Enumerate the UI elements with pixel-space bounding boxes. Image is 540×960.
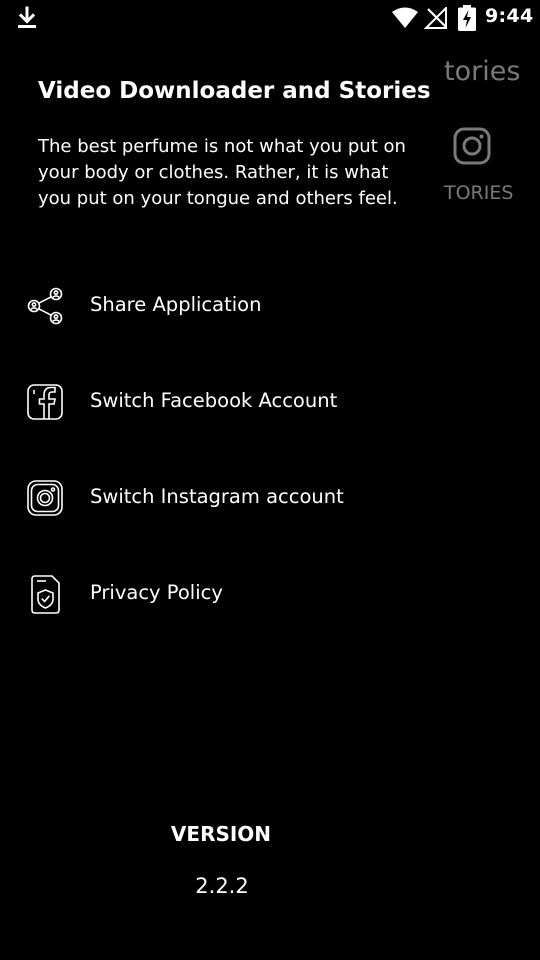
privacy-shield-icon — [31, 575, 60, 614]
status-clock: 9:44 — [485, 5, 534, 27]
no-signal-icon — [424, 7, 447, 29]
instagram-icon — [453, 127, 491, 165]
background-app-tab-label: TORIES — [444, 182, 514, 204]
menu-item-label: Privacy Policy — [90, 581, 223, 604]
drawer-title: Video Downloader and Stories — [38, 78, 431, 104]
battery-charging-icon — [458, 5, 476, 31]
version-number: 2.2.2 — [195, 874, 249, 898]
menu-item-label: Share Application — [90, 293, 262, 316]
menu-item-label: Switch Facebook Account — [90, 389, 338, 412]
wifi-icon — [392, 7, 418, 28]
menu-item-privacy-policy[interactable]: Privacy Policy — [0, 546, 430, 642]
instagram-icon — [27, 480, 63, 516]
menu-item-label: Switch Instagram account — [90, 485, 344, 508]
version-label: VERSION — [170, 822, 272, 846]
screen: 9:44 tories TORIES Video Downloader and … — [0, 0, 540, 960]
menu-item-share-application[interactable]: Share Application — [0, 258, 430, 354]
share-icon — [27, 287, 63, 325]
facebook-icon — [27, 384, 63, 420]
background-app-title: tories — [444, 56, 521, 87]
status-bar: 9:44 — [0, 0, 540, 36]
download-icon — [18, 6, 36, 28]
drawer-quote: The best perfume is not what you put on … — [38, 136, 406, 209]
menu-item-switch-facebook[interactable]: Switch Facebook Account — [0, 354, 430, 450]
drawer-menu: Share Application Switch Facebook Accoun… — [0, 258, 430, 642]
menu-item-switch-instagram[interactable]: Switch Instagram account — [0, 450, 430, 546]
